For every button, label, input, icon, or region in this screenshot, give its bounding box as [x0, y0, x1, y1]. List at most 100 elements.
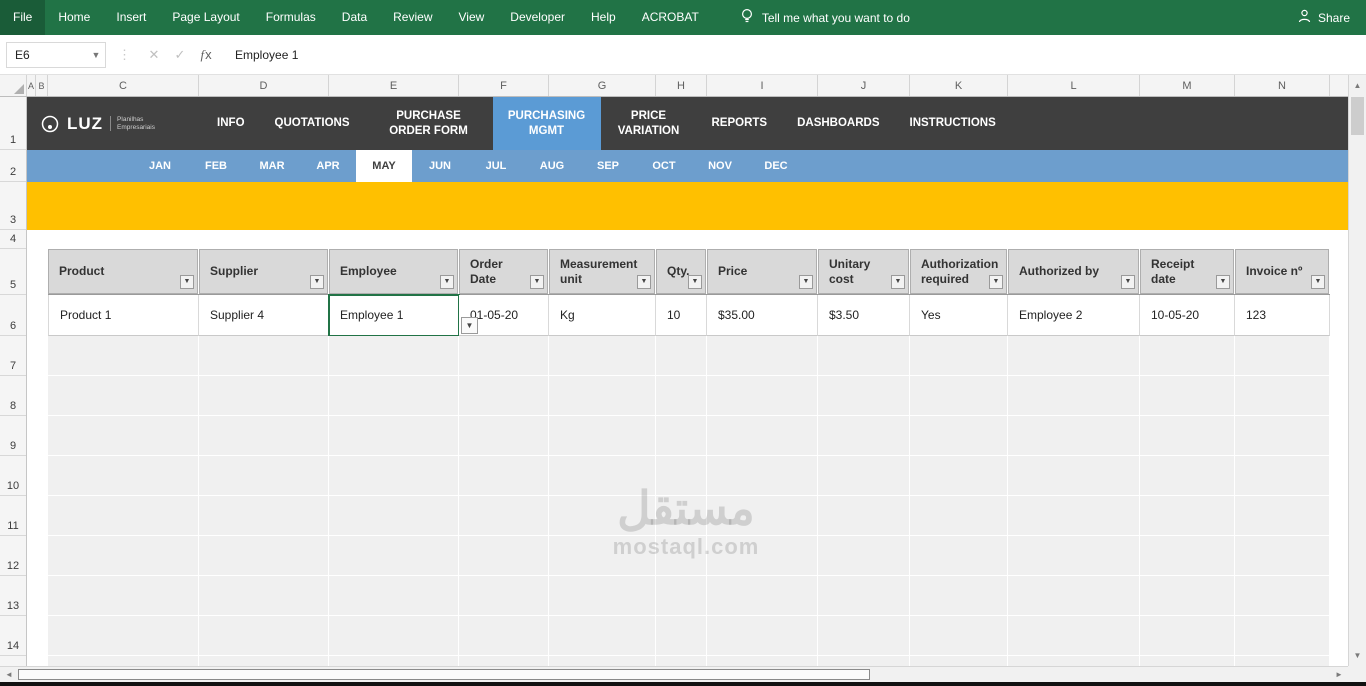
- empty-cell[interactable]: [1235, 376, 1330, 416]
- cell-invoice-number[interactable]: 123: [1235, 295, 1330, 336]
- empty-cell[interactable]: [1008, 536, 1140, 576]
- empty-cell[interactable]: [549, 656, 656, 666]
- empty-cell[interactable]: [656, 456, 707, 496]
- empty-cell[interactable]: [707, 536, 818, 576]
- header-cell-employee[interactable]: Employee ▼: [329, 249, 459, 294]
- header-cell-qty[interactable]: Qty. ▼: [656, 249, 707, 294]
- filter-dropdown-icon[interactable]: ▼: [799, 275, 813, 289]
- tab-home[interactable]: Home: [45, 0, 103, 35]
- empty-cell[interactable]: [48, 376, 199, 416]
- empty-cell[interactable]: [818, 616, 910, 656]
- header-cell-order-date[interactable]: Order Date ▼: [459, 249, 549, 294]
- row-header-8[interactable]: 8: [0, 376, 26, 416]
- empty-cell[interactable]: [1008, 336, 1140, 376]
- column-header-k[interactable]: K: [910, 75, 1008, 96]
- empty-cell[interactable]: [459, 576, 549, 616]
- empty-cell[interactable]: [459, 496, 549, 536]
- column-header-h[interactable]: H: [656, 75, 707, 96]
- empty-cell[interactable]: [818, 336, 910, 376]
- empty-cell[interactable]: [329, 376, 459, 416]
- empty-cell[interactable]: [549, 616, 656, 656]
- empty-cell[interactable]: [656, 656, 707, 666]
- empty-cell[interactable]: [48, 656, 199, 666]
- tab-acrobat[interactable]: ACROBAT: [629, 0, 712, 35]
- empty-cell[interactable]: [459, 656, 549, 666]
- empty-cell[interactable]: [707, 576, 818, 616]
- empty-cell[interactable]: [48, 496, 199, 536]
- empty-cell[interactable]: [549, 576, 656, 616]
- empty-cell[interactable]: [48, 576, 199, 616]
- empty-cell[interactable]: [818, 496, 910, 536]
- column-header-b[interactable]: B: [36, 75, 48, 96]
- empty-cell[interactable]: [329, 576, 459, 616]
- empty-cell[interactable]: [656, 416, 707, 456]
- empty-cell[interactable]: [1140, 376, 1235, 416]
- empty-cell[interactable]: [1008, 656, 1140, 666]
- header-cell-authorized-by[interactable]: Authorized by ▼: [1008, 249, 1140, 294]
- empty-cell[interactable]: [707, 616, 818, 656]
- filter-dropdown-icon[interactable]: ▼: [1311, 275, 1325, 289]
- tab-page-layout[interactable]: Page Layout: [159, 0, 252, 35]
- empty-cell[interactable]: [459, 416, 549, 456]
- month-tab-oct[interactable]: OCT: [636, 150, 692, 182]
- header-cell-receipt-date[interactable]: Receipt date ▼: [1140, 249, 1235, 294]
- column-header-l[interactable]: L: [1008, 75, 1140, 96]
- empty-cell[interactable]: [656, 536, 707, 576]
- row-header-7[interactable]: 7: [0, 336, 26, 376]
- row-header-4[interactable]: 4: [0, 230, 26, 249]
- row-header-9[interactable]: 9: [0, 416, 26, 456]
- row-header-2[interactable]: 2: [0, 150, 26, 182]
- insert-function-icon[interactable]: fx: [193, 42, 219, 68]
- nav-item-purchase-order-form[interactable]: PURCHASE ORDER FORM: [365, 97, 493, 150]
- empty-cell[interactable]: [910, 616, 1008, 656]
- tab-help[interactable]: Help: [578, 0, 629, 35]
- column-header-n[interactable]: N: [1235, 75, 1330, 96]
- empty-cell[interactable]: [329, 496, 459, 536]
- month-tab-feb[interactable]: FEB: [188, 150, 244, 182]
- empty-cell[interactable]: [48, 616, 199, 656]
- month-tab-dec[interactable]: DEC: [748, 150, 804, 182]
- empty-cell[interactable]: [48, 416, 199, 456]
- select-all-corner[interactable]: [0, 75, 27, 96]
- empty-cell[interactable]: [1008, 616, 1140, 656]
- filter-dropdown-icon[interactable]: ▼: [1216, 275, 1230, 289]
- empty-cell[interactable]: [549, 416, 656, 456]
- empty-cell[interactable]: [910, 576, 1008, 616]
- name-box-dropdown-icon[interactable]: ▼: [87, 50, 105, 60]
- month-tab-mar[interactable]: MAR: [244, 150, 300, 182]
- empty-cell[interactable]: [1140, 656, 1235, 666]
- empty-cell[interactable]: [199, 376, 329, 416]
- empty-cell[interactable]: [329, 536, 459, 576]
- header-cell-price[interactable]: Price ▼: [707, 249, 818, 294]
- empty-cell[interactable]: [199, 456, 329, 496]
- filter-dropdown-icon[interactable]: ▼: [891, 275, 905, 289]
- filter-dropdown-icon[interactable]: ▼: [310, 275, 324, 289]
- cell-product[interactable]: Product 1: [48, 295, 199, 336]
- empty-cell[interactable]: [199, 576, 329, 616]
- filter-dropdown-icon[interactable]: ▼: [530, 275, 544, 289]
- month-tab-jan[interactable]: JAN: [132, 150, 188, 182]
- empty-cell[interactable]: [1008, 416, 1140, 456]
- empty-cell[interactable]: [1235, 456, 1330, 496]
- empty-cell[interactable]: [656, 496, 707, 536]
- header-cell-invoice-number[interactable]: Invoice nº ▼: [1235, 249, 1330, 294]
- empty-cell[interactable]: [1235, 536, 1330, 576]
- empty-cell[interactable]: [707, 456, 818, 496]
- empty-cell[interactable]: [1140, 616, 1235, 656]
- empty-cell[interactable]: [818, 536, 910, 576]
- tab-data[interactable]: Data: [329, 0, 380, 35]
- empty-cell[interactable]: [1235, 336, 1330, 376]
- filter-dropdown-icon[interactable]: ▼: [688, 275, 702, 289]
- month-tab-apr[interactable]: APR: [300, 150, 356, 182]
- tab-review[interactable]: Review: [380, 0, 445, 35]
- horizontal-scrollbar[interactable]: ◄ ►: [0, 666, 1348, 682]
- empty-cell[interactable]: [549, 496, 656, 536]
- column-header-g[interactable]: G: [549, 75, 656, 96]
- empty-cell[interactable]: [329, 656, 459, 666]
- cell-qty[interactable]: 10: [656, 295, 707, 336]
- empty-cell[interactable]: [818, 416, 910, 456]
- empty-cell[interactable]: [1140, 416, 1235, 456]
- empty-cell[interactable]: [1235, 416, 1330, 456]
- empty-cell[interactable]: [910, 656, 1008, 666]
- empty-cell[interactable]: [656, 336, 707, 376]
